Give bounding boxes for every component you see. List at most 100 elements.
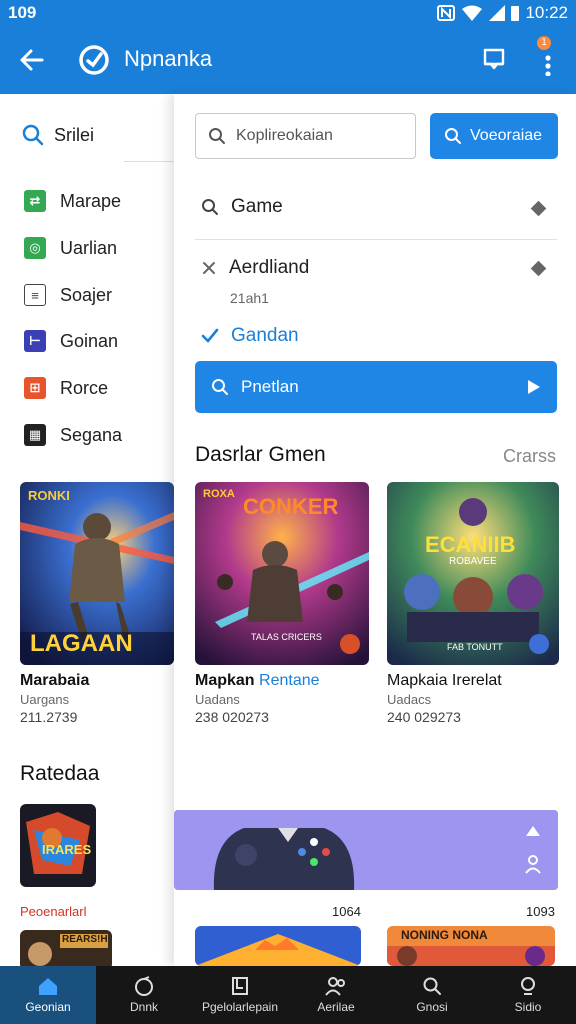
card1-title-main: Mapkan	[195, 672, 255, 689]
drawer-divider	[124, 161, 174, 162]
drawer-item-label: Rorce	[60, 377, 109, 398]
rated-label: Peoenarlarl	[20, 904, 87, 919]
status-time-right: 10:22	[525, 3, 568, 22]
card1-art-caption: TALAS CRICERS	[251, 632, 322, 642]
section-title: Dasrlar Gmen	[195, 443, 326, 466]
nav-drawer: Srilei ⇄ Marape ◎ Uarlian ≡ Soajer ⊢ Goi…	[0, 94, 174, 966]
result-row-aerdliand[interactable]: Aerdliand	[201, 257, 309, 279]
card2-title: Mapkaia Irerelat	[387, 672, 502, 689]
status-bar: 109 10:22	[0, 0, 576, 26]
rated-heading: Ratedaa	[20, 762, 100, 785]
card2-art-text: ECANIIB	[425, 532, 516, 557]
featured-number: 211.2739	[20, 709, 78, 725]
back-arrow-icon[interactable]	[18, 46, 46, 74]
result-row-gandan[interactable]: Gandan	[201, 325, 299, 347]
tab-friends[interactable]: Aerilae	[288, 966, 384, 1024]
action-button[interactable]: Pnetlan	[195, 361, 557, 413]
search-icon	[445, 128, 461, 144]
row-divider	[195, 239, 557, 240]
action-button-label: Pnetlan	[241, 377, 299, 396]
people-icon	[325, 977, 345, 996]
tab-games[interactable]: Dnnk	[96, 966, 192, 1024]
drawer-item-uarlian[interactable]: ◎ Uarlian	[24, 237, 117, 259]
drawer-item-soajer[interactable]: ≡ Soajer	[24, 284, 112, 306]
tab-profile[interactable]: Sidio	[480, 966, 576, 1024]
search-icon	[423, 977, 441, 995]
close-icon	[203, 262, 215, 274]
profile-icon	[521, 977, 535, 995]
search-button[interactable]: Voeoraiae	[430, 113, 558, 159]
tab-label: Pgelolarlepain	[201, 1000, 279, 1014]
gamepad-icon	[135, 976, 153, 996]
card1-title-accent: Rentane	[259, 672, 320, 689]
drawer-item-rorce[interactable]: ⊞ Rorce	[24, 377, 108, 399]
card2-art-sub: ROBAVEE	[449, 556, 497, 567]
layout-icon: ▦	[24, 424, 46, 446]
card4-art-text: NONING NONA	[401, 928, 488, 942]
card1-art-text: CONKER	[243, 494, 339, 519]
card1-title: Mapkan Rentane	[195, 672, 320, 690]
drawer-item-label: Uarlian	[60, 237, 118, 258]
featured-subtitle: Uargans	[20, 692, 70, 707]
app-title: Npnanka	[124, 46, 213, 71]
promo-banner[interactable]	[174, 810, 558, 890]
tab-label: Gnosi	[416, 1000, 448, 1014]
drawer-item-goinan[interactable]: ⊢ Goinan	[24, 330, 118, 352]
grid-icon: ⊞	[24, 377, 46, 399]
drawer-item-segana[interactable]: ▦ Segana	[24, 424, 122, 446]
search-button-label: Voeoraiae	[470, 127, 543, 144]
tab-label: Dnnk	[129, 1000, 158, 1014]
diamond-icon[interactable]	[530, 200, 547, 217]
search-icon	[209, 128, 225, 144]
drawer-search[interactable]: Srilei	[22, 124, 94, 146]
drawer-item-marape[interactable]: ⇄ Marape	[24, 190, 121, 212]
game-card-art-2[interactable]: ECANIIB ROBAVEE FAB TONUTT	[387, 482, 559, 665]
search-input[interactable]: Koplireokaian	[195, 113, 416, 159]
inbox-icon[interactable]	[481, 46, 507, 72]
tab-search[interactable]: Gnosi	[384, 966, 480, 1024]
count-left: 1064	[332, 904, 361, 919]
search-icon	[212, 379, 228, 395]
search-placeholder: Koplireokaian	[236, 127, 333, 144]
boost-icon[interactable]	[524, 824, 542, 838]
more-vert-icon[interactable]	[538, 46, 558, 76]
status-icons: 10:22	[437, 3, 568, 23]
game-card-art-3[interactable]	[195, 926, 361, 966]
tab-label: Geonian	[25, 1000, 71, 1014]
app-bar: Npnanka 1	[0, 26, 576, 94]
game-card-art-4[interactable]: NONING NONA	[387, 926, 555, 966]
diamond-icon[interactable]	[530, 260, 547, 277]
user-icon[interactable]	[524, 854, 542, 874]
rated-game-art[interactable]: IRARES	[20, 804, 96, 887]
search-icon	[22, 124, 44, 146]
card2-art-caption: FAB TONUTT	[447, 642, 503, 652]
status-time-left: 109	[8, 3, 37, 22]
row-sublabel: 21ah1	[230, 290, 269, 306]
rated-art-text: IRARES	[42, 842, 92, 857]
rated-game-art-2[interactable]: REARS!H	[20, 930, 112, 966]
row-label: Game	[231, 196, 283, 217]
count-right: 1093	[526, 904, 555, 919]
library-icon	[232, 977, 248, 995]
play-icon	[528, 380, 540, 394]
drawer-item-label: Goinan	[60, 330, 119, 351]
tab-library[interactable]: Pgelolarlepain	[192, 966, 288, 1024]
game-card-art-1[interactable]: ROXA CONKER TALAS CRICERS	[195, 482, 369, 665]
drawer-item-label: Segana	[60, 424, 123, 445]
rated-art2-text: REARS!H	[62, 934, 108, 945]
battery-icon	[511, 6, 520, 21]
gear-icon: ◎	[24, 237, 46, 259]
drawer-item-label: Soajer	[60, 284, 113, 305]
featured-title: Marabaia	[20, 672, 90, 689]
home-icon	[39, 978, 57, 995]
app-logo-icon	[79, 45, 109, 75]
result-row-game[interactable]: Game	[201, 196, 283, 218]
drawer-item-label: Marape	[60, 190, 122, 211]
list-icon: ≡	[24, 284, 46, 306]
signal-icon	[489, 5, 506, 21]
featured-game-art[interactable]: RONKI LAGAAN	[20, 482, 174, 665]
nfc-icon	[437, 5, 456, 21]
tab-home[interactable]: Geonian	[0, 966, 96, 1024]
section-link[interactable]: Crarss	[503, 446, 556, 467]
featured-art-text: LAGAAN	[30, 630, 133, 657]
